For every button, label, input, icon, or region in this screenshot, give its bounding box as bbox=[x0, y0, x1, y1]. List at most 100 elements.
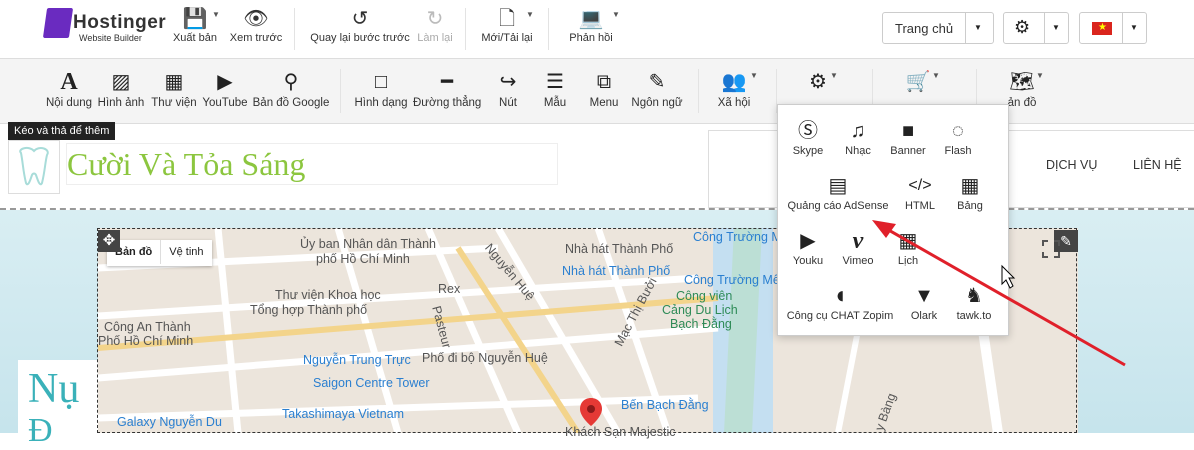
export-label: Xuất bản bbox=[172, 32, 218, 44]
undo-icon: ↺ bbox=[351, 8, 369, 30]
chevron-down-icon: ▼ bbox=[1052, 23, 1060, 32]
redo-button[interactable]: ↻ Làm lại bbox=[414, 6, 456, 44]
divider bbox=[1122, 13, 1123, 43]
divider bbox=[698, 69, 699, 113]
app-calendar[interactable]: ▦ Lịch bbox=[886, 227, 930, 267]
code-icon: </> bbox=[908, 177, 932, 194]
app-label: Quảng cáo AdSense bbox=[787, 200, 889, 212]
redo-label: Làm lại bbox=[417, 32, 453, 44]
tool-label: Nút bbox=[499, 97, 517, 109]
gallery-icon: ▦ bbox=[164, 71, 184, 93]
tool-label: Xã hội bbox=[717, 97, 751, 109]
nav-item-contact[interactable]: LIÊN HỆ bbox=[1133, 158, 1182, 172]
gear-icon: ⚙ bbox=[1014, 17, 1031, 37]
map-label: Saigon Centre Tower bbox=[313, 376, 430, 390]
tool-menu[interactable]: ⧉ Menu bbox=[582, 69, 626, 109]
map-label: Cảng Du Lịch bbox=[662, 303, 738, 317]
app-tawk[interactable]: ♞ tawk.to bbox=[952, 282, 996, 322]
app-adsense[interactable]: ▤ Quảng cáo AdSense bbox=[786, 172, 890, 212]
chevron-down-icon[interactable]: ▼ bbox=[526, 10, 534, 19]
app-label: Banner bbox=[890, 145, 926, 157]
map-label: Galaxy Nguyễn Du bbox=[117, 415, 222, 429]
youtube-icon: ▶ bbox=[217, 71, 233, 93]
map-pin-icon[interactable] bbox=[580, 398, 602, 426]
tool-google-map[interactable]: ⚲ Bản đồ Google bbox=[252, 69, 330, 109]
top-bar: Hostinger Website Builder 💾 Xuất bản ▼ 👁… bbox=[0, 0, 1194, 59]
map-label: Rex bbox=[438, 282, 461, 296]
tool-label: Ngôn ngữ bbox=[631, 97, 683, 109]
preview-label: Xem trước bbox=[229, 32, 283, 44]
page-select-value: Trang chủ bbox=[895, 21, 954, 36]
map-label: Công Trường Mê bbox=[693, 230, 789, 244]
image-icon: ▨ bbox=[111, 71, 131, 93]
app-html[interactable]: </> HTML bbox=[898, 172, 942, 212]
logo-mark bbox=[42, 8, 74, 38]
app-label: Olark bbox=[910, 310, 938, 322]
app-flash[interactable]: ◌ Flash bbox=[936, 117, 980, 157]
preview-button[interactable]: 👁 Xem trước bbox=[227, 6, 285, 44]
tool-shape[interactable]: □ Hình dạng bbox=[352, 69, 410, 109]
app-table[interactable]: ▦ Bảng bbox=[948, 172, 992, 212]
chevron-down-icon[interactable]: ▼ bbox=[612, 10, 620, 19]
map-type-toggle: Bản đồ Vệ tinh bbox=[107, 240, 212, 266]
app-label: Youku bbox=[792, 255, 824, 267]
map-label: phố Hồ Chí Minh bbox=[316, 252, 410, 266]
move-handle-icon[interactable]: ✥ bbox=[98, 230, 120, 252]
chevron-down-icon[interactable]: ▼ bbox=[830, 71, 838, 80]
nav-item-services[interactable]: DỊCH VỤ bbox=[1046, 158, 1097, 172]
sitemap-icon: ⧉ bbox=[596, 71, 612, 93]
chevron-down-icon[interactable]: ▼ bbox=[212, 10, 220, 19]
chevron-down-icon[interactable]: ▼ bbox=[932, 71, 940, 80]
tool-youtube[interactable]: ▶ YouTube bbox=[201, 69, 249, 109]
settings-button[interactable]: ⚙ ▼ bbox=[1003, 12, 1069, 44]
tool-template[interactable]: ☰ Mẫu bbox=[533, 69, 577, 109]
tool-label: YouTube bbox=[202, 97, 248, 109]
undo-button[interactable]: ↺ Quay lại bước trước bbox=[308, 6, 412, 44]
chevron-down-icon: ▼ bbox=[974, 23, 982, 32]
tool-label: Hình ảnh bbox=[97, 97, 145, 109]
app-label: Nhạc bbox=[845, 145, 871, 157]
tool-text[interactable]: A Nội dung bbox=[44, 69, 94, 109]
app-label: tawk.to bbox=[956, 310, 992, 322]
banner-icon: ■ bbox=[901, 120, 915, 142]
chevron-down-icon[interactable]: ▼ bbox=[750, 71, 758, 80]
chevron-down-icon[interactable]: ▼ bbox=[1036, 71, 1044, 80]
app-label: Công cụ CHAT Zopim bbox=[786, 310, 894, 322]
page-select[interactable]: Trang chủ ▼ bbox=[882, 12, 994, 44]
share-icon: ↪ bbox=[499, 71, 517, 93]
app-zopim[interactable]: ◖ Công cụ CHAT Zopim bbox=[784, 282, 896, 322]
brand-name: Hostinger bbox=[73, 12, 167, 33]
hostinger-logo: Hostinger Website Builder bbox=[42, 8, 167, 48]
app-olark[interactable]: ▼ Olark bbox=[902, 282, 946, 322]
tawk-bird-icon: ♞ bbox=[965, 285, 983, 307]
divider bbox=[465, 8, 466, 50]
app-music[interactable]: ♫ Nhạc bbox=[838, 117, 878, 157]
redo-icon: ↻ bbox=[426, 8, 444, 30]
language-button[interactable]: ★ ▼ bbox=[1079, 12, 1147, 44]
app-vimeo[interactable]: v Vimeo bbox=[836, 227, 880, 267]
tool-line[interactable]: ━ Đường thẳng bbox=[413, 69, 481, 109]
tool-label: Mẫu bbox=[543, 97, 567, 109]
tool-button[interactable]: ↪ Nút bbox=[486, 69, 530, 109]
skype-icon: Ⓢ bbox=[798, 120, 818, 142]
template-icon: ☰ bbox=[546, 71, 564, 93]
app-banner[interactable]: ■ Banner bbox=[886, 117, 930, 157]
more-apps-dropdown: Ⓢ Skype ♫ Nhạc ■ Banner ◌ Flash ▤ Quảng … bbox=[777, 104, 1009, 336]
tool-label: Đường thẳng bbox=[413, 97, 482, 109]
app-skype[interactable]: Ⓢ Skype bbox=[786, 117, 830, 157]
tool-label: Menu bbox=[589, 97, 619, 109]
tool-language[interactable]: ✎ Ngôn ngữ bbox=[630, 69, 684, 109]
hero-text-card[interactable]: Nụ Đ bbox=[18, 360, 98, 449]
tool-gallery[interactable]: ▦ Thư viện bbox=[150, 69, 198, 109]
app-youku[interactable]: ▶ Youku bbox=[786, 227, 830, 267]
tooth-logo[interactable] bbox=[8, 140, 60, 194]
table-icon: ▦ bbox=[960, 175, 980, 197]
site-tagline[interactable]: Cười Và Tỏa Sáng bbox=[66, 143, 558, 185]
tool-label: Bản đồ Google bbox=[252, 97, 330, 109]
map-type-satellite[interactable]: Vệ tinh bbox=[160, 240, 211, 264]
fullscreen-icon[interactable] bbox=[1042, 240, 1060, 258]
shape-icon: □ bbox=[374, 71, 388, 93]
tool-image[interactable]: ▨ Hình ảnh bbox=[97, 69, 145, 109]
feedback-label: Phản hồi bbox=[569, 32, 613, 44]
divider bbox=[548, 8, 549, 50]
